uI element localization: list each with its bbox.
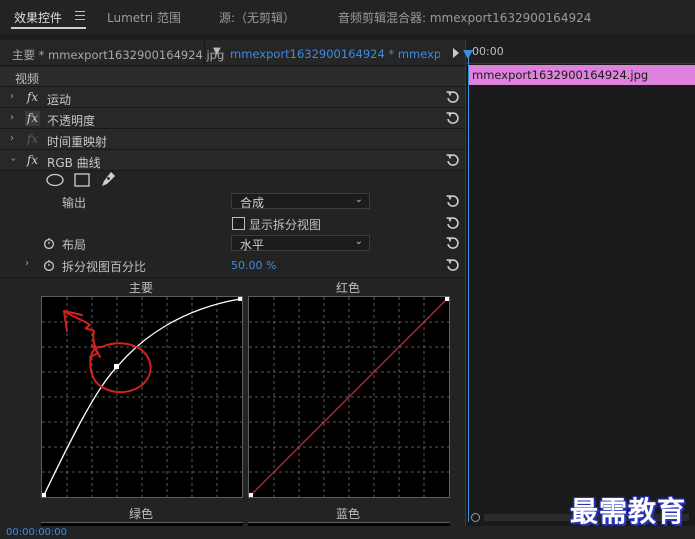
effect-name: 时间重映射 [47,135,108,149]
zoom-scroll-handle[interactable] [471,513,480,522]
watermark-logo: 最需教育 [570,495,687,528]
play-icon[interactable] [453,48,459,58]
pen-mask-icon[interactable] [100,171,116,188]
time-ruler[interactable]: 00:00 [466,40,695,64]
current-timecode[interactable]: 00:00:00:00 [6,527,67,538]
green-curve-title: 绿色 [129,507,154,521]
curve-point[interactable] [42,493,46,497]
timeline-clip[interactable]: mmexport1632900164924.jpg [469,65,695,85]
chevron-right-icon[interactable]: › [10,133,14,144]
curve-point[interactable] [249,493,253,497]
rectangle-mask-icon[interactable] [74,173,90,187]
reset-icon[interactable] [445,110,460,125]
video-section-header: 视频 [0,67,465,87]
effect-row-rgb-curves[interactable]: › fx RGB 曲线 [0,150,465,171]
effect-name: 不透明度 [47,114,96,128]
fx-icon[interactable]: fx [25,153,40,168]
layout-value: 水平 [240,238,265,252]
reset-icon[interactable] [445,89,460,104]
reset-icon[interactable] [445,257,460,272]
layout-select[interactable]: 水平 ⌄ [231,235,370,252]
split-view-checkbox[interactable] [232,217,245,230]
panel-menu-icon[interactable] [75,11,85,20]
split-percent-label: 拆分视图百分比 [62,260,147,274]
output-value: 合成 [240,196,265,210]
layout-label: 布局 [62,238,87,252]
effect-row-opacity[interactable]: › fx 不透明度 [0,108,465,129]
ellipse-mask-icon[interactable] [46,173,64,187]
effect-controls-panel: 主要 * mmexport1632900164924.jpg ▼ mmexpor… [0,40,465,526]
tab-source[interactable]: 源:（无剪辑） [219,9,295,26]
red-curve-graph[interactable] [248,296,450,498]
clip-header: 主要 * mmexport1632900164924.jpg ▼ mmexpor… [0,40,465,66]
effect-row-motion[interactable]: › fx 运动 [0,87,465,108]
timeline-panel: 00:00 mmexport1632900164924.jpg [463,40,695,526]
divider [0,277,465,278]
effect-name: 运动 [47,93,72,107]
master-curve-graph[interactable] [41,296,243,498]
chevron-right-icon[interactable]: › [10,112,14,123]
curve-point[interactable] [114,364,119,369]
output-label: 输出 [62,196,87,210]
reset-icon[interactable] [445,235,460,250]
video-section-label: 视频 [15,72,40,86]
blue-curve-title: 蓝色 [336,507,361,521]
effect-row-time-remapping[interactable]: › fx 时间重映射 [0,129,465,150]
sequence-clip-dropdown[interactable]: ▼ mmexport1632900164924 * mmexport163290… [204,40,444,66]
curve-point[interactable] [238,297,242,301]
playhead[interactable] [468,52,469,522]
sequence-clip-label: mmexport1632900164924 * mmexport16329001… [230,47,440,61]
annotation-scribble [63,310,152,394]
ruler-timecode: 00:00 [472,45,504,58]
master-curve-title: 主要 [129,281,154,295]
split-percent-value[interactable]: 50.00 % [231,259,276,272]
chevron-down-icon: ▼ [213,46,221,57]
output-select[interactable]: 合成 ⌄ [231,193,370,210]
chevron-right-icon[interactable]: › [25,258,29,269]
effect-name: RGB 曲线 [47,156,101,170]
tab-lumetri-scopes[interactable]: Lumetri 范围 [107,9,181,26]
playhead-handle[interactable] [463,50,473,59]
tab-effect-controls[interactable]: 效果控件 [14,9,62,26]
ruler-baseline [466,63,695,64]
chevron-down-icon[interactable]: › [8,158,19,162]
curve-point[interactable] [445,297,449,301]
tab-audio-clip-mixer[interactable]: 音频剪辑混合器: mmexport1632900164924 [338,9,591,26]
chevron-right-icon[interactable]: › [10,91,14,102]
fx-icon[interactable]: fx [25,90,40,105]
fx-icon[interactable]: fx [25,111,40,126]
master-clip-label[interactable]: 主要 * mmexport1632900164924.jpg [12,47,224,63]
fx-icon: fx [26,132,39,146]
reset-icon[interactable] [445,193,460,208]
reset-icon[interactable] [445,152,460,167]
active-tab-indicator [11,27,86,29]
stopwatch-icon[interactable] [43,237,55,249]
stopwatch-icon[interactable] [43,259,55,271]
red-curve-title: 红色 [336,281,361,295]
timeline-clip-label: mmexport1632900164924.jpg [472,68,649,82]
chevron-down-icon: ⌄ [354,194,363,205]
chevron-down-icon: ⌄ [354,236,363,247]
split-view-label: 显示拆分视图 [249,218,322,232]
panel-tab-bar: 效果控件 Lumetri 范围 源:（无剪辑） 音频剪辑混合器: mmexpor… [0,0,695,34]
reset-icon[interactable] [445,215,460,230]
